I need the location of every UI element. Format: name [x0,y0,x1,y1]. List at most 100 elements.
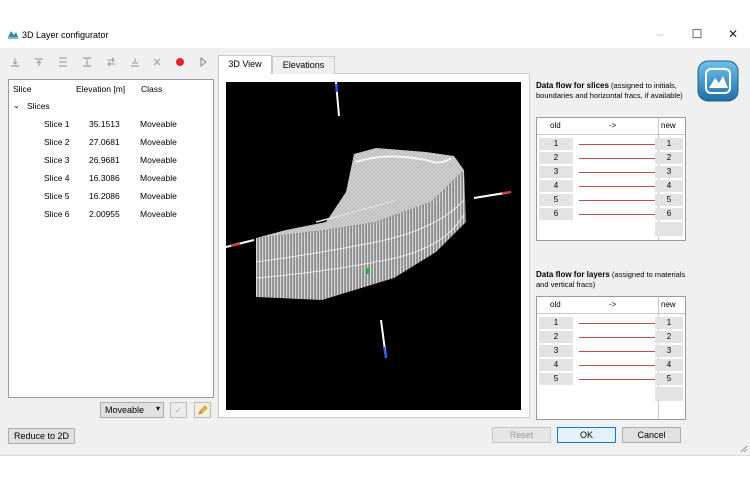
edit-class-button[interactable] [194,402,211,418]
slices-flow-heading: Data flow for slices (assigned to initia… [536,81,686,101]
header-divider [537,313,685,314]
column-header-slice[interactable]: Slice [13,84,31,94]
class-select[interactable]: Moveable ▾ [100,402,164,418]
slice-old-cell[interactable]: 4 [539,180,573,192]
column-header-class[interactable]: Class [141,84,162,94]
slice-elevation: 26.9681 [89,155,120,165]
flow-link[interactable] [579,172,655,173]
insert-top-icon[interactable] [8,56,22,70]
layer-old-cell[interactable]: 2 [539,331,573,343]
slice-old-cell[interactable]: 6 [539,208,573,220]
insert-above-icon[interactable] [32,56,46,70]
slice-new-cell[interactable]: 3 [655,166,683,178]
slices-flow-title: Data flow for slices [536,81,609,90]
resize-grip-icon[interactable] [738,443,748,453]
tab-3d-view[interactable]: 3D View [218,55,272,74]
layer-old-cell[interactable]: 1 [539,317,573,329]
layer-new-cell[interactable]: 5 [655,373,683,385]
maximize-button[interactable]: ☐ [682,24,712,44]
delete-icon[interactable] [150,56,164,70]
slice-class: Moveable [140,155,177,165]
dropdown-arrow-icon: ▾ [155,404,160,413]
layer-old-cell[interactable]: 3 [539,345,573,357]
slices-flow-table: old -> new 1 1 2 2 3 3 4 4 5 5 6 6 [536,117,686,241]
chevron-down-icon[interactable]: ⌄ [13,101,20,110]
layer-new-cell[interactable]: 3 [655,345,683,357]
slice-elevation: 27.0681 [89,137,120,147]
flow-link[interactable] [579,144,655,145]
slice-old-cell[interactable]: 1 [539,138,573,150]
layer-new-cell[interactable]: 1 [655,317,683,329]
slice-elevation: 2.00955 [89,209,120,219]
slice-old-cell[interactable]: 3 [539,166,573,178]
column-header-elevation[interactable]: Elevation [m] [76,84,125,94]
slice-elevation: 16.3086 [89,173,120,183]
slice-class: Moveable [140,191,177,201]
tree-group-slices[interactable]: ⌄ Slices [9,98,213,115]
flow-link[interactable] [579,351,655,352]
table-row[interactable]: Slice 6 2.00955 Moveable [9,206,213,223]
layer-old-cell[interactable]: 5 [539,373,573,385]
table-row[interactable]: Slice 2 27.0681 Moveable [9,134,213,151]
layer-old-cell[interactable]: 4 [539,359,573,371]
reduce-to-2d-button[interactable]: Reduce to 2D [8,428,75,444]
slice-old-cell[interactable]: 5 [539,194,573,206]
insert-below-icon[interactable] [56,56,70,70]
flow-link[interactable] [579,379,655,380]
slice-new-cell[interactable]: 1 [655,138,683,150]
minimize-button[interactable]: – [645,24,675,44]
tab-elevations[interactable]: Elevations [272,56,335,74]
ok-button[interactable]: OK [557,427,616,443]
slice-elevation: 35.1513 [89,119,120,129]
slices-header-old: old [550,121,561,130]
layer-new-cell[interactable]: 2 [655,331,683,343]
class-select-value: Moveable [105,405,145,415]
slice-new-cell[interactable]: 5 [655,194,683,206]
slice-new-cell[interactable]: 6 [655,208,683,220]
flow-link[interactable] [579,200,655,201]
empty-cell [655,222,683,236]
cancel-button[interactable]: Cancel [622,427,681,443]
flow-link[interactable] [579,186,655,187]
checkmark-icon: ✓ [174,405,183,415]
table-row[interactable]: Slice 3 26.9681 Moveable [9,152,213,169]
flow-link[interactable] [579,365,655,366]
table-row[interactable]: Slice 1 35.1513 Moveable [9,116,213,133]
3d-model-render [225,81,512,359]
slice-name: Slice 4 [44,173,70,183]
flow-link[interactable] [579,323,655,324]
insert-bottom-icon[interactable] [80,56,94,70]
table-row[interactable]: Slice 4 16.3086 Moveable [9,170,213,187]
layer-configurator-window: 3D Layer configurator – ☐ ✕ Slice Elevat… [0,0,750,456]
flow-link[interactable] [579,214,655,215]
layer-new-cell[interactable]: 4 [655,359,683,371]
slice-class: Moveable [140,173,177,183]
pencil-icon [198,405,207,415]
close-button[interactable]: ✕ [718,24,748,44]
apply-class-button[interactable]: ✓ [170,402,187,418]
slice-name: Slice 3 [44,155,70,165]
slice-name: Slice 5 [44,191,70,201]
swap-icon[interactable] [104,56,118,70]
layers-header-arrow: -> [609,300,617,309]
merge-icon[interactable] [128,56,142,70]
slice-name: Slice 6 [44,209,70,219]
slice-class: Moveable [140,137,177,147]
layers-header-new: new [661,300,676,309]
slice-name: Slice 2 [44,137,70,147]
record-icon[interactable] [173,56,187,70]
group-label: Slices [27,101,50,111]
reset-button[interactable]: Reset [492,427,551,443]
flow-link[interactable] [579,337,655,338]
flow-link[interactable] [579,158,655,159]
slice-new-cell[interactable]: 4 [655,180,683,192]
header-divider [537,134,685,135]
slice-old-cell[interactable]: 2 [539,152,573,164]
slices-header-new: new [661,121,676,130]
slice-name: Slice 1 [44,119,70,129]
slice-new-cell[interactable]: 2 [655,152,683,164]
3d-viewport[interactable] [225,81,521,410]
table-row[interactable]: Slice 5 16.2086 Moveable [9,188,213,205]
play-icon[interactable] [196,56,210,70]
slice-class: Moveable [140,119,177,129]
